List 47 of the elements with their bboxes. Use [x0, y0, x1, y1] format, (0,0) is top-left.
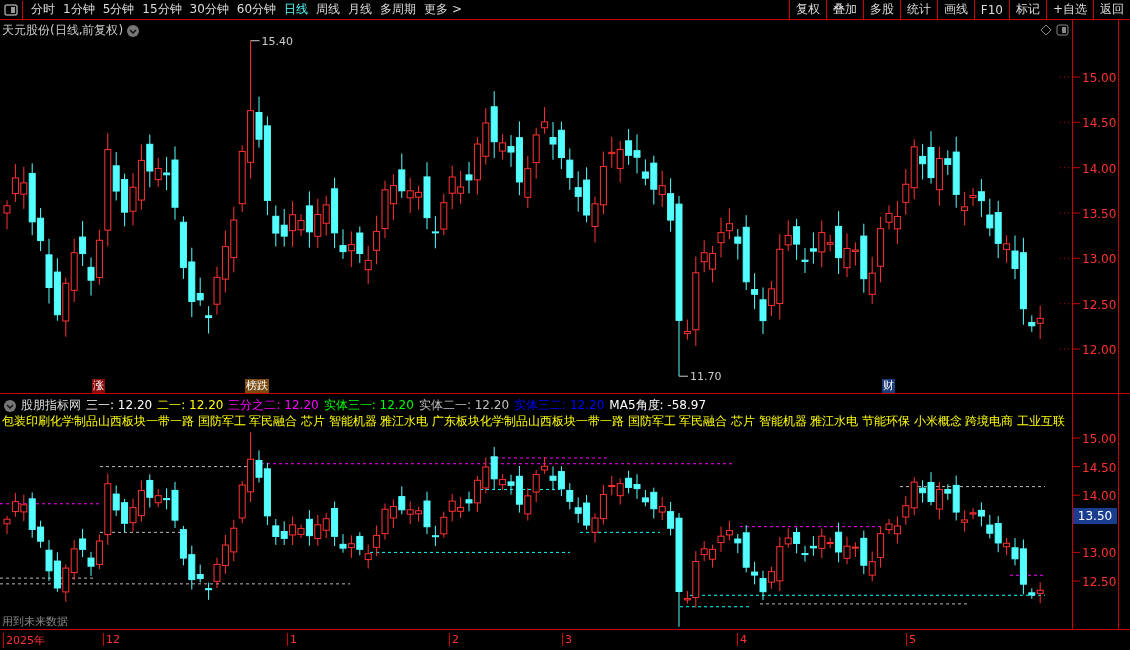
event-marker[interactable]: 涨 [92, 379, 105, 393]
indicator-value: 三一: 12.20 [86, 397, 153, 414]
period-tab[interactable]: 多周期 [376, 1, 421, 18]
axis-label: 13.00 [1082, 252, 1117, 267]
period-tab[interactable]: 分时 [27, 1, 59, 18]
axis-label: 14.50 [1082, 116, 1117, 131]
sector-ticker: 包装印刷化学制品山西板块一带一路 国防军工 军民融合 芯片 智能机器 雅江水电 广东板块化学制品山西板块一带一路 国防军工 军民融合 芯片 智能机器 雅江水电 节能环保 小米概念 跨境电商 工业互联 [2, 414, 1065, 429]
axis-label: 14.00 [1082, 161, 1117, 176]
axis-label: 13.00 [1082, 546, 1117, 561]
date-label: 5 [906, 633, 916, 646]
high-price-label: 15.40 [261, 34, 294, 48]
axis-label: 15.00 [1082, 432, 1117, 446]
period-tab[interactable]: 5分钟 [98, 1, 139, 18]
indicator-value: 实体二一: 12.20 [418, 397, 510, 414]
chart-title: 天元股份(日线,前复权) [2, 22, 124, 39]
period-tab[interactable]: 日线 [280, 1, 313, 18]
date-label: 12 [103, 633, 120, 646]
axis-label: 13.50 [1082, 207, 1117, 221]
axis-label: 12.50 [1082, 575, 1117, 589]
warning-note: 用到未来数据 [2, 615, 68, 628]
indicator-value: 二一: 12.20 [157, 397, 224, 414]
low-price-label: 11.70 [690, 370, 722, 384]
indicator-value: 实体三二: 12.20 [514, 397, 605, 414]
axis-label: 12.50 [1082, 297, 1117, 312]
date-label: 2025年 [3, 633, 45, 648]
axis-label: 12.00 [1082, 343, 1117, 357]
date-label: 3 [562, 633, 572, 646]
axis-label: 14.00 [1082, 489, 1117, 504]
period-tab[interactable]: 15分钟 [138, 1, 186, 18]
date-label: 1 [287, 633, 297, 646]
event-marker[interactable]: 财 [882, 379, 895, 393]
period-tab[interactable]: 更多 > [420, 1, 466, 18]
period-tab[interactable]: 1分钟 [59, 1, 99, 18]
period-tab[interactable]: 周线 [312, 1, 345, 18]
indicator-value: 三分之二: 12.20 [228, 397, 319, 414]
indicator-value: MA5角度: -58.97 [609, 397, 707, 414]
period-tab[interactable]: 月线 [344, 1, 377, 18]
date-label: 2 [449, 633, 459, 646]
period-tab[interactable]: 30分钟 [185, 1, 233, 18]
indicator-name: 股朋指标网 [21, 397, 81, 414]
event-marker[interactable]: 榜跌 [245, 379, 269, 393]
indicator-value: 实体三一: 12.20 [323, 397, 414, 414]
current-price-tag: 13.50 [1073, 508, 1117, 524]
date-label: 4 [737, 633, 747, 646]
axis-label: 14.50 [1082, 460, 1117, 475]
axis-label: 15.00 [1082, 71, 1117, 85]
period-tab[interactable]: 60分钟 [232, 1, 281, 18]
